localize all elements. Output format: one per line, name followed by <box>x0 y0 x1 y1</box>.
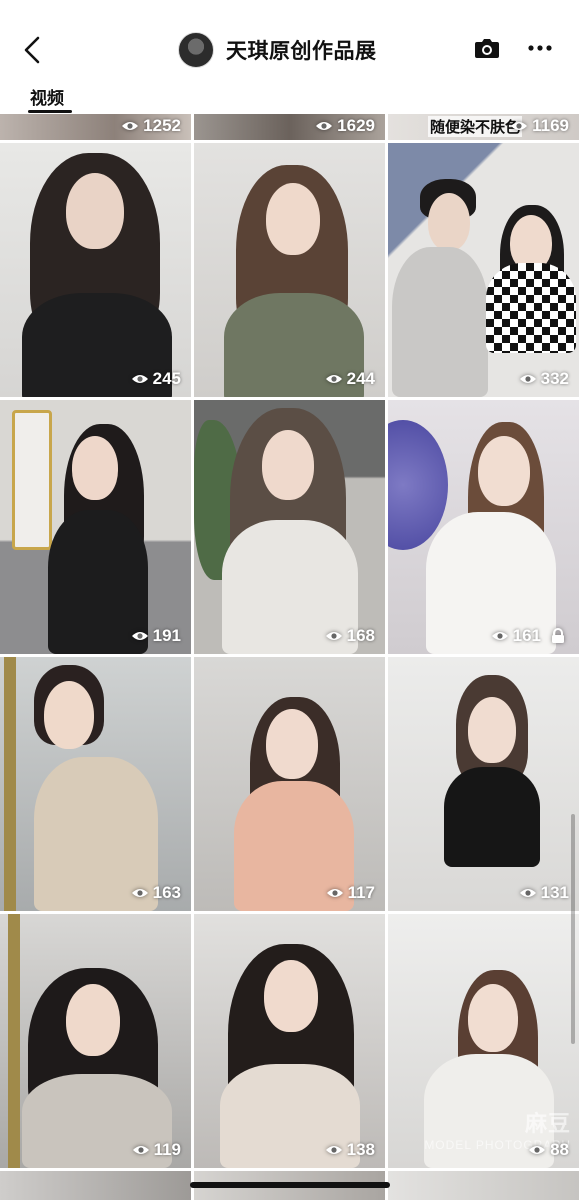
back-button[interactable] <box>18 32 46 68</box>
view-count: 244 <box>325 369 375 389</box>
view-count-value: 332 <box>540 369 569 388</box>
more-icon <box>528 45 552 51</box>
eye-icon <box>132 1146 149 1154</box>
view-count: 1252 <box>121 116 181 136</box>
video-tile[interactable]: 245 <box>0 143 191 397</box>
view-count-value: 191 <box>152 626 181 645</box>
home-indicator[interactable] <box>190 1182 390 1188</box>
eye-icon <box>511 122 528 130</box>
view-count-value: 138 <box>346 1140 375 1159</box>
video-tile[interactable]: 131 <box>388 657 579 911</box>
video-tile[interactable]: 168 <box>194 400 385 654</box>
view-count: 161 <box>491 626 569 646</box>
eye-icon <box>519 889 536 897</box>
view-count-value: 161 <box>512 626 541 645</box>
view-count-value: 117 <box>347 883 375 902</box>
tab-videos[interactable]: 视频 <box>30 84 64 109</box>
lock-icon <box>552 628 564 643</box>
view-count: 191 <box>131 626 181 646</box>
view-count: 163 <box>131 883 181 903</box>
video-tile[interactable]: 1629 <box>194 114 385 140</box>
video-tile[interactable]: 119 <box>0 914 191 1168</box>
view-count: 117 <box>326 883 375 903</box>
view-count-value: 1252 <box>143 116 181 135</box>
eye-icon <box>122 122 139 130</box>
video-tile[interactable]: 244 <box>194 143 385 397</box>
view-count-value: 245 <box>152 369 181 388</box>
video-tile[interactable]: 随便染不肤色 1169 <box>388 114 579 140</box>
eye-icon <box>325 1146 342 1154</box>
view-count: 332 <box>519 369 569 389</box>
video-tile[interactable] <box>0 1171 191 1200</box>
view-count: 245 <box>131 369 181 389</box>
view-count-value: 119 <box>153 1140 181 1159</box>
camera-button[interactable] <box>474 36 500 60</box>
view-count-value: 131 <box>540 883 569 902</box>
eye-icon <box>529 1146 546 1154</box>
page-title: 天琪原创作品展 <box>226 40 377 63</box>
video-tile[interactable]: 1252 <box>0 114 191 140</box>
header-bar: 天琪原创作品展 <box>0 0 579 72</box>
watermark-line1: 麻豆 <box>524 1111 571 1136</box>
video-tile[interactable]: 191 <box>0 400 191 654</box>
eye-icon <box>326 889 343 897</box>
eye-icon <box>519 375 536 383</box>
scrollbar[interactable] <box>571 814 575 1044</box>
eye-icon <box>131 375 148 383</box>
video-tile[interactable]: 麻豆 MODEL PHOTOGRAPH 88 <box>388 914 579 1168</box>
view-count: 138 <box>325 1140 375 1160</box>
eye-icon <box>325 375 342 383</box>
eye-icon <box>131 632 148 640</box>
video-grid: 1252 1629 随便染不肤色 1169 245 244 332 191 16… <box>0 114 579 1200</box>
eye-icon <box>325 632 342 640</box>
view-count: 1629 <box>315 116 375 136</box>
video-tile[interactable]: 332 <box>388 143 579 397</box>
video-tile[interactable] <box>388 1171 579 1200</box>
view-count-value: 168 <box>346 626 375 645</box>
view-count: 168 <box>325 626 375 646</box>
view-count-value: 1169 <box>532 116 569 135</box>
view-count-value: 88 <box>550 1140 569 1159</box>
video-tile[interactable]: 161 <box>388 400 579 654</box>
avatar[interactable] <box>178 32 214 68</box>
view-count: 119 <box>132 1140 181 1160</box>
eye-icon <box>316 122 333 130</box>
view-count-value: 163 <box>152 883 181 902</box>
back-icon <box>24 36 40 64</box>
view-count: 1169 <box>510 116 569 136</box>
eye-icon <box>491 632 508 640</box>
eye-icon <box>131 889 148 897</box>
header-title-group[interactable]: 天琪原创作品展 <box>178 32 377 68</box>
view-count-value: 244 <box>346 369 375 388</box>
video-caption: 随便染不肤色 <box>428 116 523 137</box>
view-count: 88 <box>528 1140 569 1160</box>
video-tile[interactable]: 138 <box>194 914 385 1168</box>
tab-bar: 视频 <box>0 72 579 116</box>
view-count: 131 <box>519 883 569 903</box>
video-tile[interactable]: 117 <box>194 657 385 911</box>
view-count-value: 1629 <box>337 116 375 135</box>
more-button[interactable] <box>528 38 552 58</box>
video-tile[interactable]: 163 <box>0 657 191 911</box>
tab-active-indicator <box>28 110 72 113</box>
camera-icon <box>475 39 499 58</box>
